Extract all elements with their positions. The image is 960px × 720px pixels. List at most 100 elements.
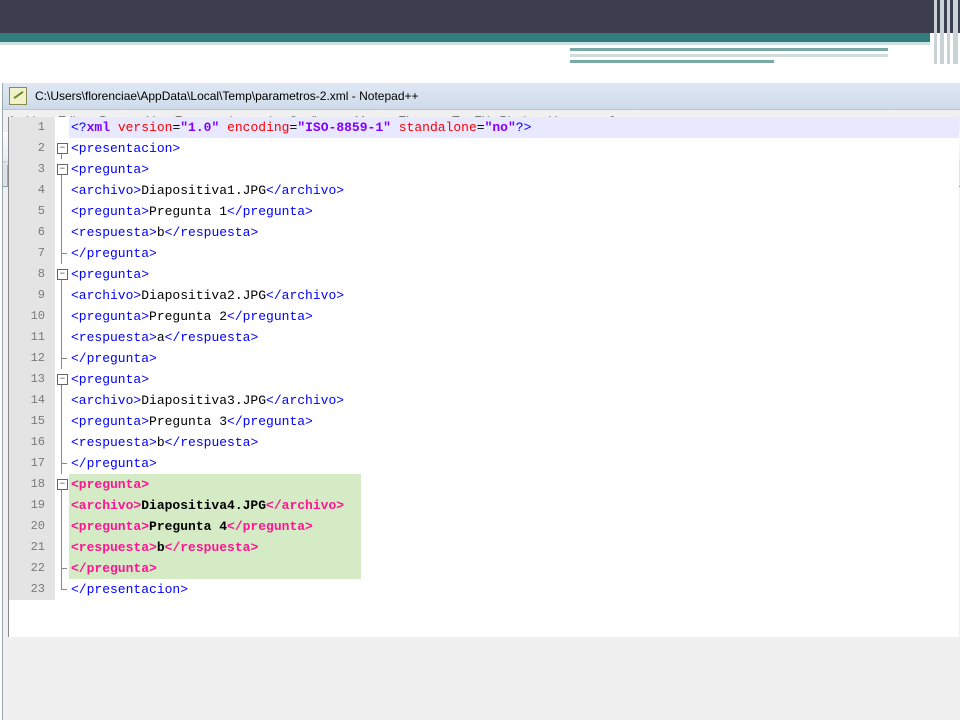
line-number: 7 xyxy=(9,243,55,264)
code-text: <?xml version="1.0" encoding="ISO-8859-1… xyxy=(69,120,532,135)
fold-margin xyxy=(55,495,69,516)
fold-margin xyxy=(55,537,69,558)
slide-accent-line xyxy=(0,42,930,45)
code-line[interactable]: 5 <pregunta>Pregunta 1</pregunta> xyxy=(9,201,959,222)
code-line[interactable]: 19 <archivo>Diapositiva4.JPG</archivo> xyxy=(9,495,959,516)
code-text: <pregunta>Pregunta 3</pregunta> xyxy=(71,414,313,429)
code-line[interactable]: 2− <presentacion> xyxy=(9,138,959,159)
fold-margin xyxy=(55,453,69,474)
code-line[interactable]: 15 <pregunta>Pregunta 3</pregunta> xyxy=(9,411,959,432)
fold-margin xyxy=(55,285,69,306)
fold-toggle-icon[interactable]: − xyxy=(55,138,69,159)
code-line[interactable]: 8− <pregunta> xyxy=(9,264,959,285)
code-text: </pregunta> xyxy=(71,456,157,471)
line-number: 9 xyxy=(9,285,55,306)
slide-accent-band xyxy=(0,33,930,42)
code-text: <archivo>Diapositiva3.JPG</archivo> xyxy=(71,393,345,408)
code-line[interactable]: 21 <respuesta>b</respuesta> xyxy=(9,537,959,558)
fold-margin xyxy=(55,558,69,579)
line-number: 6 xyxy=(9,222,55,243)
fold-toggle-icon[interactable]: − xyxy=(55,474,69,495)
fold-margin xyxy=(55,243,69,264)
fold-margin xyxy=(55,348,69,369)
code-text: <respuesta>a</respuesta> xyxy=(71,330,259,345)
line-number: 11 xyxy=(9,327,55,348)
line-number: 21 xyxy=(9,537,55,558)
fold-toggle-icon[interactable]: − xyxy=(55,369,69,390)
code-line[interactable]: 10 <pregunta>Pregunta 2</pregunta> xyxy=(9,306,959,327)
code-line[interactable]: 14 <archivo>Diapositiva3.JPG</archivo> xyxy=(9,390,959,411)
fold-margin xyxy=(55,117,69,138)
slide-decor-stripe xyxy=(934,0,937,64)
code-line[interactable]: 6 <respuesta>b</respuesta> xyxy=(9,222,959,243)
code-text: </presentacion> xyxy=(71,582,189,597)
code-text: <archivo>Diapositiva2.JPG</archivo> xyxy=(71,288,345,303)
fold-toggle-icon[interactable]: − xyxy=(55,264,69,285)
code-line[interactable]: 16 <respuesta>b</respuesta> xyxy=(9,432,959,453)
code-text: <presentacion> xyxy=(71,141,181,156)
code-line[interactable]: 20 <pregunta>Pregunta 4</pregunta> xyxy=(9,516,959,537)
fold-margin xyxy=(55,411,69,432)
line-number: 4 xyxy=(9,180,55,201)
title-bar: C:\Users\florenciae\AppData\Local\Temp\p… xyxy=(3,83,960,110)
slide-decor-line xyxy=(570,54,888,57)
code-editor[interactable]: 1 <?xml version="1.0" encoding="ISO-8859-… xyxy=(8,117,959,637)
code-line[interactable]: 7 </pregunta> xyxy=(9,243,959,264)
code-text: </pregunta> xyxy=(71,246,157,261)
fold-toggle-icon[interactable]: − xyxy=(55,159,69,180)
line-number: 3 xyxy=(9,159,55,180)
code-line[interactable]: 3− <pregunta> xyxy=(9,159,959,180)
line-number: 16 xyxy=(9,432,55,453)
code-text: <pregunta>Pregunta 4</pregunta> xyxy=(69,516,361,537)
code-line[interactable]: 23 </presentacion> xyxy=(9,579,959,600)
line-number: 18 xyxy=(9,474,55,495)
code-line[interactable]: 12 </pregunta> xyxy=(9,348,959,369)
fold-margin xyxy=(55,180,69,201)
code-text: </pregunta> xyxy=(71,351,157,366)
code-text: <pregunta> xyxy=(69,474,361,495)
slide-decor-line xyxy=(570,48,888,51)
fold-margin xyxy=(55,327,69,348)
code-text: </pregunta> xyxy=(69,558,361,579)
slide-decor-stripe xyxy=(953,0,958,64)
line-number: 14 xyxy=(9,390,55,411)
code-text: <respuesta>b</respuesta> xyxy=(71,435,259,450)
code-text: <pregunta>Pregunta 1</pregunta> xyxy=(71,204,313,219)
line-number: 12 xyxy=(9,348,55,369)
slide-top-bar xyxy=(0,0,960,33)
code-text: <pregunta> xyxy=(71,162,150,177)
fold-margin xyxy=(55,201,69,222)
code-line[interactable]: 22 </pregunta> xyxy=(9,558,959,579)
line-number: 13 xyxy=(9,369,55,390)
line-number: 19 xyxy=(9,495,55,516)
fold-margin xyxy=(55,222,69,243)
fold-margin xyxy=(55,516,69,537)
code-line[interactable]: 17 </pregunta> xyxy=(9,453,959,474)
code-text: <pregunta> xyxy=(71,267,150,282)
code-line[interactable]: 4 <archivo>Diapositiva1.JPG</archivo> xyxy=(9,180,959,201)
notepad-app-icon xyxy=(9,87,27,105)
fold-margin xyxy=(55,390,69,411)
code-line[interactable]: 13− <pregunta> xyxy=(9,369,959,390)
line-number: 17 xyxy=(9,453,55,474)
code-text: <respuesta>b</respuesta> xyxy=(71,225,259,240)
line-number: 5 xyxy=(9,201,55,222)
code-text: <archivo>Diapositiva4.JPG</archivo> xyxy=(69,495,361,516)
line-number: 23 xyxy=(9,579,55,600)
line-number: 22 xyxy=(9,558,55,579)
code-text: <pregunta> xyxy=(71,372,150,387)
line-number: 15 xyxy=(9,411,55,432)
slide-decor-stripe xyxy=(940,0,944,64)
fold-margin xyxy=(55,579,69,600)
line-number: 1 xyxy=(9,117,55,138)
fold-margin xyxy=(55,432,69,453)
line-number: 2 xyxy=(9,138,55,159)
code-line[interactable]: 18− <pregunta> xyxy=(9,474,959,495)
slide-decor-stripe xyxy=(947,0,950,64)
code-line[interactable]: 9 <archivo>Diapositiva2.JPG</archivo> xyxy=(9,285,959,306)
code-line[interactable]: 1 <?xml version="1.0" encoding="ISO-8859-… xyxy=(9,117,959,138)
line-number: 10 xyxy=(9,306,55,327)
code-text: <respuesta>b</respuesta> xyxy=(69,537,361,558)
code-line[interactable]: 11 <respuesta>a</respuesta> xyxy=(9,327,959,348)
slide-decor-line xyxy=(570,60,774,63)
